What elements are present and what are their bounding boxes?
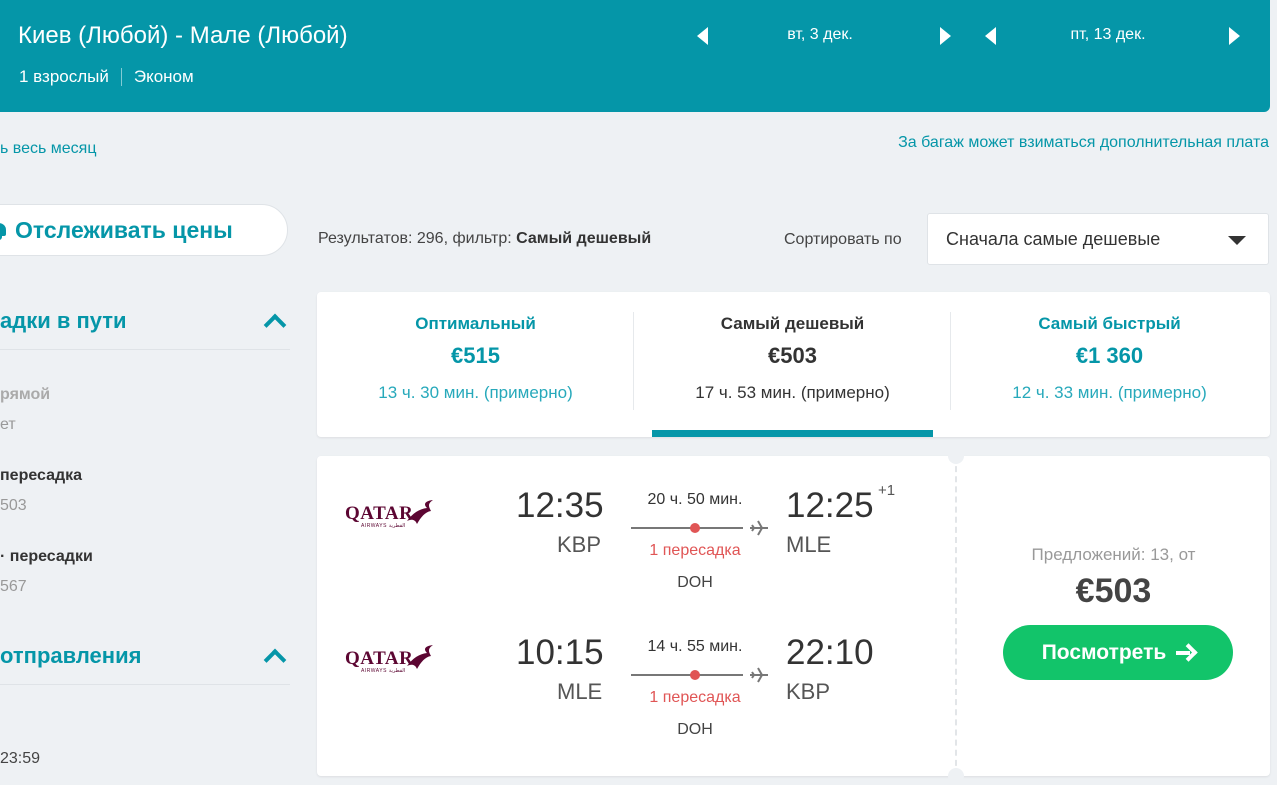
stop-dot — [690, 670, 700, 680]
stop-dot — [690, 523, 700, 533]
plane-icon — [750, 667, 768, 683]
arrival-airport: MLE — [786, 532, 832, 557]
tab-label: Оптимальный — [415, 314, 536, 333]
arrival-airport: KBP — [786, 679, 831, 704]
departure-time: 10:15 — [516, 633, 604, 672]
stop-option-direct-value: ет — [0, 416, 16, 433]
stop-option-direct-label[interactable]: рямой — [0, 386, 50, 404]
offers-count: Предложений: 13, от — [1031, 545, 1196, 564]
tab-cheapest[interactable]: Самый дешевый €503 17 ч. 53 мин. (пример… — [634, 292, 951, 437]
stops-count[interactable]: 1 пересадка — [625, 542, 765, 560]
stop-option-one-value: 503 — [0, 497, 27, 514]
depart-prev-day-icon[interactable] — [692, 24, 714, 48]
sort-label: Сортировать по — [784, 231, 902, 248]
return-next-day-icon[interactable] — [1223, 24, 1245, 48]
departure-filter-header[interactable]: отправления — [0, 629, 290, 685]
airline-name: QATAR — [345, 648, 414, 669]
oryx-icon — [407, 500, 433, 524]
view-deal-label: Посмотреть — [1041, 640, 1167, 664]
depart-next-day-icon[interactable] — [934, 24, 956, 48]
depart-date[interactable]: вт, 3 дек. — [750, 26, 890, 44]
tab-optimal[interactable]: Оптимальный €515 13 ч. 30 мин. (примерно… — [317, 292, 634, 437]
sort-tabs: Оптимальный €515 13 ч. 30 мин. (примерно… — [317, 292, 1270, 437]
divider — [120, 68, 122, 86]
airline-logo: QATAR AIRWAYS القطرية — [345, 499, 437, 529]
baggage-fee-link[interactable]: За багаж может взиматься дополнительная … — [898, 134, 1269, 152]
tab-price: €1 360 — [1075, 343, 1144, 368]
stop-option-one-label[interactable]: пересадка — [0, 467, 82, 485]
cabin-class: Эконом — [133, 67, 194, 86]
card-divider — [955, 456, 957, 776]
bell-icon — [0, 221, 7, 240]
active-tab-indicator — [652, 430, 933, 437]
tab-price: €515 — [451, 343, 500, 368]
tab-duration: 17 ч. 53 мин. (примерно) — [695, 383, 890, 402]
plane-icon — [750, 520, 768, 536]
arrival-time: 22:10 — [786, 633, 874, 672]
arrival-time: 12:25 — [786, 486, 874, 525]
return-prev-day-icon[interactable] — [980, 24, 1002, 48]
results-summary: Результатов: 296, фильтр: Самый дешевый — [318, 230, 651, 248]
track-prices-label: Отслеживать цены — [15, 216, 233, 243]
passenger-cabin-info[interactable]: 1 взрослый Эконом — [19, 67, 194, 87]
chevron-up-icon[interactable] — [264, 649, 284, 663]
whole-month-link[interactable]: ь весь месяц — [0, 140, 97, 158]
passengers-count: 1 взрослый — [19, 67, 109, 86]
airline-subtitle: AIRWAYS القطرية — [361, 668, 406, 674]
tab-fastest[interactable]: Самый быстрый €1 360 12 ч. 33 мин. (прим… — [951, 292, 1268, 437]
stop-airport: DOH — [677, 721, 713, 738]
ticket-notch — [948, 448, 964, 464]
departure-filter-title: отправления — [0, 643, 142, 668]
tab-label: Самый дешевый — [720, 314, 865, 333]
tab-duration: 13 ч. 30 мин. (примерно) — [378, 383, 573, 402]
airline-logo: QATAR AIRWAYS القطرية — [345, 644, 437, 674]
sort-selected-value: Сначала самые дешевые — [946, 229, 1161, 249]
view-deal-button[interactable]: Посмотреть — [1003, 625, 1233, 680]
arrow-right-icon — [1176, 645, 1194, 661]
caret-down-icon — [1228, 236, 1246, 245]
stops-filter-header[interactable]: адки в пути — [0, 294, 290, 350]
chevron-up-icon[interactable] — [264, 314, 284, 328]
route-title[interactable]: Киев (Любой) - Мале (Любой) — [18, 22, 348, 50]
track-prices-button[interactable]: Отслеживать цены — [0, 204, 288, 256]
stop-option-two-value: 567 — [0, 578, 27, 595]
airline-subtitle: AIRWAYS القطرية — [361, 523, 406, 529]
flight-duration: 20 ч. 50 мин. — [647, 491, 743, 508]
stop-airport: DOH — [677, 574, 713, 591]
tab-price: €503 — [768, 343, 817, 368]
stops-count[interactable]: 1 пересадка — [625, 689, 765, 707]
tab-duration: 12 ч. 33 мин. (примерно) — [1012, 383, 1207, 402]
search-header[interactable]: Киев (Любой) - Мале (Любой) 1 взрослый Э… — [0, 0, 1270, 112]
flight-line — [631, 527, 743, 529]
tab-label: Самый быстрый — [1038, 314, 1181, 333]
flight-line — [631, 674, 743, 676]
airline-name: QATAR — [345, 503, 414, 524]
departure-airport: KBP — [557, 532, 602, 557]
day-offset: +1 — [878, 482, 896, 499]
offer-price: €503 — [1075, 572, 1152, 610]
departure-time: 12:35 — [516, 486, 604, 525]
departure-time-value: 23:59 — [0, 750, 41, 767]
active-filter: Самый дешевый — [516, 230, 652, 247]
return-date[interactable]: пт, 13 дек. — [1038, 26, 1178, 44]
results-count: Результатов: 296, фильтр: — [318, 230, 517, 247]
flight-result-card[interactable]: QATAR AIRWAYS القطرية 12:35 KBP 20 ч. 50… — [317, 448, 1270, 784]
stops-filter-title: адки в пути — [0, 308, 127, 333]
flight-duration: 14 ч. 55 мин. — [647, 638, 743, 655]
oryx-icon — [407, 645, 433, 669]
ticket-notch — [948, 768, 964, 784]
stop-option-two-label[interactable]: · пересадки — [0, 548, 93, 566]
departure-airport: MLE — [557, 679, 603, 704]
sort-select[interactable]: Сначала самые дешевые — [927, 213, 1269, 265]
